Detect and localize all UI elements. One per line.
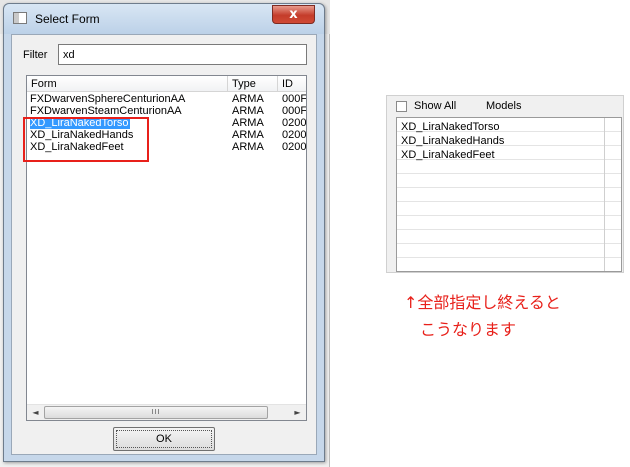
column-header-id[interactable]: ID <box>278 76 306 92</box>
filter-label: Filter <box>23 49 48 61</box>
row-form-text: FXDwarvenSteamCenturionAA <box>30 105 182 117</box>
models-list[interactable]: XD_LiraNakedTorso XD_LiraNakedHands XD_L… <box>396 117 622 272</box>
row-type-cell: ARMA <box>232 141 264 153</box>
filter-input[interactable] <box>58 44 307 65</box>
row-type-cell: ARMA <box>232 117 264 129</box>
row-id-cell: 0200 <box>282 129 307 141</box>
models-label: Models <box>486 100 522 112</box>
row-type-cell: ARMA <box>232 129 264 141</box>
form-list-header: Form Type ID <box>27 76 306 92</box>
row-id-cell: 000F <box>282 93 307 105</box>
list-item[interactable]: XD_LiraNakedHands <box>401 135 504 149</box>
ok-button[interactable]: OK <box>113 427 215 451</box>
column-header-form[interactable]: Form <box>27 76 228 92</box>
close-button[interactable]: x <box>272 5 315 24</box>
row-id-cell: 0200 <box>282 117 307 129</box>
row-form-text: FXDwarvenSphereCenturionAA <box>30 93 186 105</box>
dialog-title: Select Form <box>35 12 100 26</box>
select-form-dialog: Select Form x Filter Form Type ID FXDwar… <box>3 3 325 462</box>
highlight-annotation-box <box>23 117 149 162</box>
row-type-cell: ARMA <box>232 93 264 105</box>
dialog-client-area: Filter Form Type ID FXDwarvenSphereCentu… <box>11 34 317 455</box>
window-icon <box>13 12 27 24</box>
show-all-checkbox[interactable] <box>396 101 407 112</box>
list-item[interactable]: XD_LiraNakedFeet <box>401 149 495 163</box>
annotation-line-1: ↑全部指定し終えると <box>404 293 561 312</box>
models-list-column-divider <box>604 118 605 271</box>
row-id-cell: 000F <box>282 105 307 117</box>
table-row[interactable]: FXDwarvenSphereCenturionAA ARMA 000F <box>27 93 306 105</box>
models-panel: Show All Models XD_LiraNakedTorso XD_Lir… <box>386 95 624 273</box>
table-row[interactable]: FXDwarvenSteamCenturionAA ARMA 000F <box>27 105 306 117</box>
column-header-type[interactable]: Type <box>228 76 278 92</box>
horizontal-scrollbar[interactable]: ◄ III ► <box>27 404 306 420</box>
dialog-titlebar[interactable]: Select Form x <box>4 4 324 34</box>
row-type-cell: ARMA <box>232 105 264 117</box>
scrollbar-thumb[interactable]: III <box>44 406 268 419</box>
scroll-right-icon[interactable]: ► <box>289 405 306 420</box>
scroll-left-icon[interactable]: ◄ <box>27 405 44 420</box>
row-form-cell: FXDwarvenSphereCenturionAA <box>30 93 226 105</box>
list-item[interactable]: XD_LiraNakedTorso <box>401 121 499 135</box>
row-form-cell: FXDwarvenSteamCenturionAA <box>30 105 226 117</box>
row-id-cell: 0200 <box>282 141 307 153</box>
show-all-label: Show All <box>414 100 457 112</box>
annotation-line-2: こうなります <box>420 320 517 339</box>
